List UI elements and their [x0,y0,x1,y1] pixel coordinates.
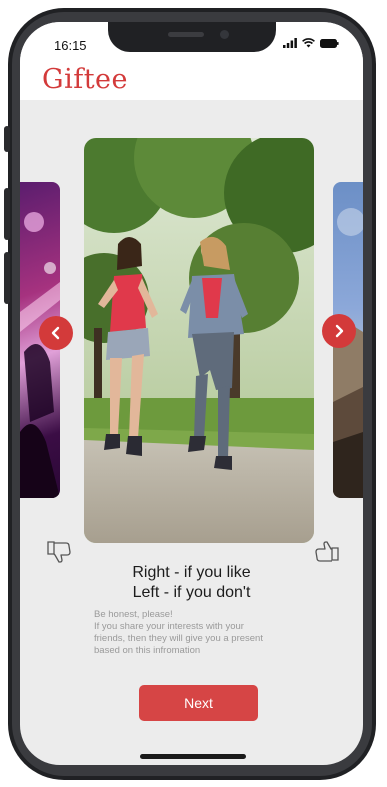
battery-icon [320,38,339,48]
chevron-left-icon [51,326,60,340]
explanation-text: Be honest, please! If you share your int… [94,609,314,657]
speaker [168,32,204,37]
wifi-icon [302,38,315,48]
notch [108,22,276,52]
status-bar: 16:15 [20,22,363,60]
next-button[interactable]: Next [139,685,258,721]
hint-line: friends, then they will give you a prese… [94,633,263,644]
volume-down-button [4,252,10,304]
hint-line: If you share your interests with your [94,621,244,632]
prev-card-button[interactable] [39,316,73,350]
hint-line: based on this infromation [94,645,201,656]
status-icons [283,38,339,48]
thumbs-up-icon [315,541,339,562]
hint-line: Be honest, please! [94,609,173,620]
swipe-left-hint: Left - if you don't [132,584,251,601]
home-indicator[interactable] [140,754,246,759]
app-logo: Giftee [42,64,129,95]
phone-screen: 16:15 Giftee Right - if you like Left - … [20,22,363,765]
app-header: Giftee [20,60,363,100]
next-card-button[interactable] [322,314,356,348]
jogging-photo [84,138,314,543]
thumbs-down-icon [47,541,71,563]
mute-switch [4,126,10,152]
chevron-right-icon [335,324,344,338]
card-current[interactable] [84,138,314,543]
interest-carousel[interactable] [20,122,363,543]
volume-up-button [4,188,10,240]
front-camera [220,30,229,39]
status-time: 16:15 [54,38,87,53]
swipe-right-hint: Right - if you like [132,564,251,581]
signal-icon [283,38,297,48]
